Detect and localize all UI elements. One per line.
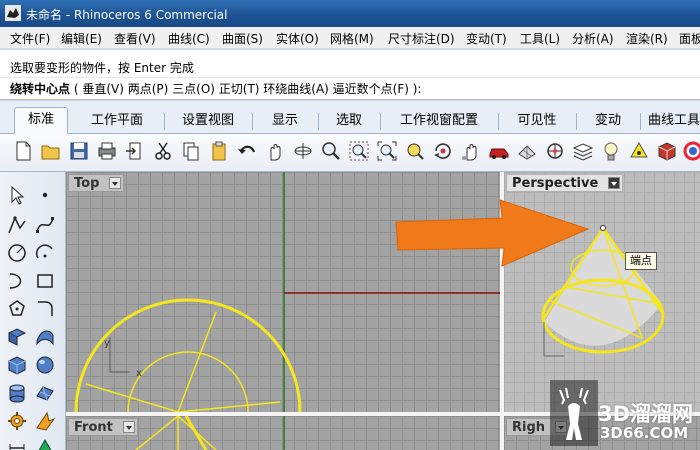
select-arrow-icon[interactable] bbox=[6, 184, 28, 206]
tab-display[interactable]: 显示 bbox=[260, 109, 310, 135]
menu-file[interactable]: 文件(F) bbox=[10, 30, 50, 47]
paste-icon[interactable] bbox=[208, 140, 230, 162]
new-icon[interactable] bbox=[12, 140, 34, 162]
tab-viewport-layout[interactable]: 工作视窗配置 bbox=[388, 109, 490, 135]
window-title: 未命名 - Rhinoceros 6 Commercial bbox=[26, 8, 228, 22]
watermark-url: 3D66.COM bbox=[600, 424, 689, 442]
tab-set-view[interactable]: 设置视图 bbox=[172, 109, 244, 135]
car-icon[interactable] bbox=[488, 140, 510, 162]
pan-hand-icon[interactable] bbox=[460, 140, 482, 162]
sphere-icon[interactable] bbox=[34, 354, 56, 376]
tab-divider bbox=[498, 113, 499, 130]
cplane-axis-icon bbox=[109, 337, 130, 373]
menu-surface[interactable]: 曲面(S) bbox=[222, 30, 263, 47]
curve-icon[interactable] bbox=[34, 214, 56, 236]
main-toolbar bbox=[0, 172, 66, 450]
osnap-icon[interactable] bbox=[544, 140, 566, 162]
menu-mesh[interactable]: 网格(M) bbox=[330, 30, 374, 47]
analysis-icon[interactable] bbox=[34, 436, 56, 450]
undo-icon[interactable] bbox=[236, 140, 258, 162]
tab-divider bbox=[576, 113, 577, 130]
menu-dimension[interactable]: 尺寸标注(D) bbox=[388, 30, 455, 47]
command-history: 选取要变形的物件，按 Enter 完成 bbox=[10, 61, 194, 75]
menu-curve[interactable]: 曲线(C) bbox=[168, 30, 210, 47]
command-options[interactable]: ( 垂直(V) 两点(P) 三点(O) 正切(T) 环绕曲线(A) 逼近数个点(… bbox=[74, 82, 422, 96]
cplane-x-label: x bbox=[136, 368, 142, 379]
properties-icon[interactable] bbox=[628, 140, 650, 162]
viewport-front[interactable]: Front bbox=[66, 416, 500, 450]
arc-3pt-icon[interactable] bbox=[6, 270, 28, 292]
save-icon[interactable] bbox=[68, 140, 90, 162]
annotation-arrow bbox=[395, 199, 590, 267]
menu-view[interactable]: 查看(V) bbox=[114, 30, 156, 47]
pan-icon[interactable] bbox=[264, 140, 286, 162]
title-bar: 未命名 - Rhinoceros 6 Commercial bbox=[0, 0, 700, 27]
point-icon[interactable] bbox=[34, 184, 56, 206]
polygon-icon[interactable] bbox=[6, 298, 28, 320]
deer-logo-icon bbox=[550, 380, 598, 446]
rectangle-icon[interactable] bbox=[34, 270, 56, 292]
light-icon[interactable] bbox=[600, 140, 622, 162]
surface-icon[interactable] bbox=[34, 326, 56, 348]
tab-divider bbox=[380, 113, 381, 130]
tab-transform[interactable]: 变动 bbox=[584, 109, 632, 135]
copy-icon[interactable] bbox=[180, 140, 202, 162]
tab-divider bbox=[252, 113, 253, 130]
cone-edge-line bbox=[177, 311, 217, 412]
transform-icon[interactable] bbox=[34, 410, 56, 432]
rhino-logo-icon bbox=[5, 5, 21, 21]
zoom-selected-icon[interactable] bbox=[404, 140, 426, 162]
cplane-y-label: y bbox=[104, 338, 110, 349]
menu-solid[interactable]: 实体(O) bbox=[276, 30, 319, 47]
menu-transform[interactable]: 变动(T) bbox=[466, 30, 507, 47]
viewport-right-title: Righ bbox=[512, 420, 546, 435]
dimension-icon[interactable] bbox=[6, 436, 28, 450]
cut-icon[interactable] bbox=[152, 140, 174, 162]
front-viewport-geometry bbox=[135, 416, 285, 450]
osnap-tooltip: 端点 bbox=[625, 252, 657, 270]
gear-icon[interactable] bbox=[6, 410, 28, 432]
open-icon[interactable] bbox=[40, 140, 62, 162]
box-icon[interactable] bbox=[6, 354, 28, 376]
tab-curve-tools[interactable]: 曲线工具 bbox=[648, 109, 700, 135]
fillet-curve-icon[interactable] bbox=[34, 298, 56, 320]
surface-from-points-icon[interactable] bbox=[6, 326, 28, 348]
render-icon[interactable] bbox=[682, 140, 700, 162]
standard-toolbar bbox=[0, 134, 700, 172]
polyline-icon[interactable] bbox=[6, 214, 28, 236]
menu-tools[interactable]: 工具(L) bbox=[520, 30, 560, 47]
layers-icon[interactable] bbox=[572, 140, 594, 162]
menu-analyze[interactable]: 分析(A) bbox=[572, 30, 614, 47]
grid-icon[interactable] bbox=[516, 140, 538, 162]
menu-bar: 文件(F) 编辑(E) 查看(V) 曲线(C) 曲面(S) 实体(O) 网格(M… bbox=[0, 27, 700, 49]
circle-icon[interactable] bbox=[6, 242, 28, 264]
import-icon[interactable] bbox=[124, 140, 146, 162]
print-icon[interactable] bbox=[96, 140, 118, 162]
tab-cplanes[interactable]: 工作平面 bbox=[78, 109, 156, 135]
menu-render[interactable]: 渲染(R) bbox=[626, 30, 668, 47]
zoom-extents-icon[interactable] bbox=[376, 140, 398, 162]
menu-edit[interactable]: 编辑(E) bbox=[61, 30, 102, 47]
tab-visibility[interactable]: 可见性 bbox=[506, 109, 568, 135]
toolbar-tabs: 标准 工作平面 设置视图 显示 选取 工作视窗配置 可见性 变动 曲线工具 bbox=[0, 101, 700, 135]
rotate-view-icon[interactable] bbox=[292, 140, 314, 162]
rotate-3d-icon[interactable] bbox=[432, 140, 454, 162]
command-area: 选取要变形的物件，按 Enter 完成 绕转中心点 ( 垂直(V) 两点(P) … bbox=[0, 50, 700, 100]
tab-select[interactable]: 选取 bbox=[326, 109, 372, 135]
zoom-icon[interactable] bbox=[320, 140, 342, 162]
zoom-window-icon[interactable] bbox=[348, 140, 370, 162]
tab-divider bbox=[640, 113, 641, 130]
tab-divider bbox=[164, 113, 165, 130]
cylinder-icon[interactable] bbox=[6, 382, 28, 404]
menu-panels[interactable]: 面板 bbox=[679, 30, 700, 47]
arc-icon[interactable] bbox=[34, 242, 56, 264]
command-divider bbox=[0, 77, 700, 78]
cone-edge-line bbox=[177, 401, 281, 412]
tab-divider bbox=[318, 113, 319, 130]
material-icon[interactable] bbox=[656, 140, 678, 162]
mesh-icon[interactable] bbox=[34, 382, 56, 404]
command-prompt: 绕转中心点 bbox=[10, 82, 71, 96]
command-line[interactable]: 绕转中心点 ( 垂直(V) 两点(P) 三点(O) 正切(T) 环绕曲线(A) … bbox=[10, 80, 421, 97]
tab-standard[interactable]: 标准 bbox=[14, 107, 68, 135]
